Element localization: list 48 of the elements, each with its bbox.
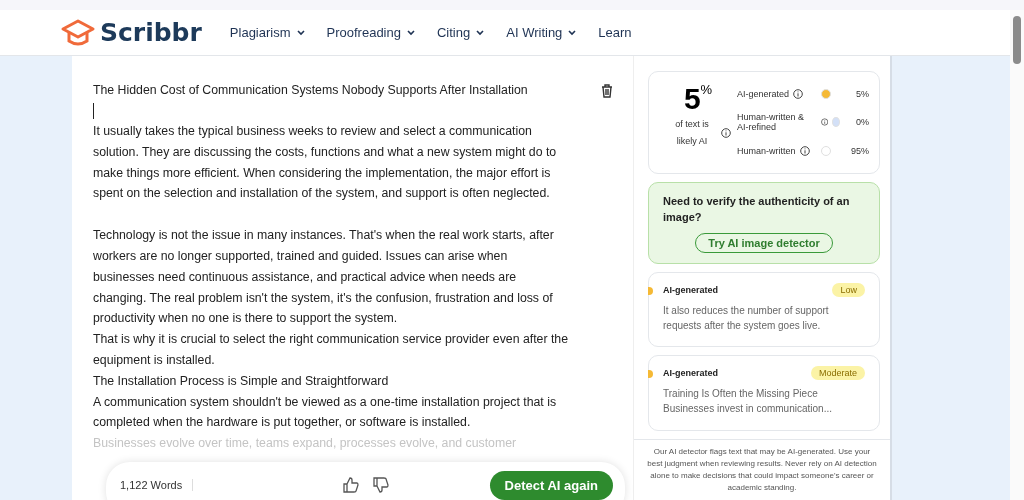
promo-text: Need to verify the authenticity of an image?	[663, 193, 851, 225]
faded-paragraph: Businesses evolve over time, teams expand, processes evolve, and customer	[93, 435, 518, 453]
category-percentage: 95%	[850, 145, 869, 156]
nav-link[interactable]: Proofreading	[326, 25, 415, 40]
category-label: Human-written & AI-refined	[737, 112, 806, 133]
result-excerpt: It also reduces the number of support requests after the system goes live.	[663, 303, 830, 333]
result-excerpt: Training Is Often the Missing Piece Businesses invest in communication...	[663, 387, 833, 417]
nav-link[interactable]: Citing	[437, 25, 485, 40]
trash-icon[interactable]	[601, 83, 613, 98]
chevron-down-icon	[407, 29, 415, 36]
percentage-caption: of text is likely AI	[674, 118, 710, 148]
paragraph: It usually takes the typical business weeks to review and select a communication solution. They are discussing the costs, functions and what a new system might do to make things more efficient. When considering the implementation, the major effort is spent on the selection and installation of the system, and support is often neglected.	[93, 123, 558, 203]
thumbs-down-icon[interactable]	[371, 476, 390, 494]
result-card[interactable]: AI-generated Moderate Training Is Often the Missing Piece Businesses invest in communication...	[648, 355, 880, 431]
nav-link[interactable]: Plagiarism	[229, 25, 305, 40]
scrollbar-thumb[interactable]	[1013, 16, 1021, 64]
paragraph: That is why it is crucial to select the right communication service provider even after the equipment is installed.	[93, 331, 568, 369]
chevron-down-icon	[296, 29, 305, 36]
nav-link[interactable]: Learn	[598, 25, 632, 40]
category-label: Human-written	[737, 145, 796, 156]
word-count: 1,122 Words	[120, 479, 194, 491]
chevron-down-icon	[568, 29, 577, 36]
percent-sign: %	[700, 82, 713, 97]
likelihood-badge: Low	[832, 282, 865, 297]
info-icon[interactable]	[793, 88, 804, 99]
nav-link[interactable]: AI Writing	[506, 25, 577, 40]
thumbs-up-icon[interactable]	[341, 476, 360, 494]
category-percentage: 5%	[855, 88, 869, 99]
paragraph: Technology is not the issue in many instances. That's when the real work starts, after workers are no longer supported, trained and guided. Issues can arise when businesses need continuous assistance, and practical advice when needs are changing. The real problem isn't the system, it's the confusion, frustration and loss of productivity when no one is there to support the system.	[93, 227, 555, 328]
info-icon[interactable]	[799, 145, 810, 156]
info-icon[interactable]	[721, 128, 731, 138]
result-card[interactable]: AI-generated Low It also reduces the number of support requests after the system goes live.	[648, 271, 880, 348]
text-cursor	[93, 103, 94, 119]
paragraph: A communication system shouldn't be viewed as a one-time installation project that is completed when the hardware is put together, or software is installed.	[93, 393, 558, 432]
disclaimer-text: Our AI detector flags text that may be AI-generated. Use your best judgment when reviewing results. Never rely on AI detection alone to make decisions that could impact someone's career or academic standing.	[634, 439, 890, 500]
result-label: AI-generated	[663, 284, 718, 295]
logo-text[interactable]: Scribbr	[100, 18, 202, 47]
likelihood-badge: Moderate	[810, 366, 865, 381]
ai-percentage: 5	[683, 82, 701, 116]
info-icon[interactable]	[820, 117, 829, 128]
document-title: The Hidden Cost of Communication Systems Nobody Supports After Installation	[93, 82, 528, 99]
category-label: AI-generated	[737, 88, 790, 99]
graduation-cap-icon	[60, 17, 96, 48]
result-label: AI-generated	[663, 368, 718, 379]
paragraph: The Installation Process is Simple and Straightforward	[93, 372, 390, 390]
chevron-down-icon	[476, 29, 485, 36]
detect-ai-button[interactable]: Detect AI again	[489, 470, 613, 500]
category-percentage: 0%	[855, 117, 869, 128]
